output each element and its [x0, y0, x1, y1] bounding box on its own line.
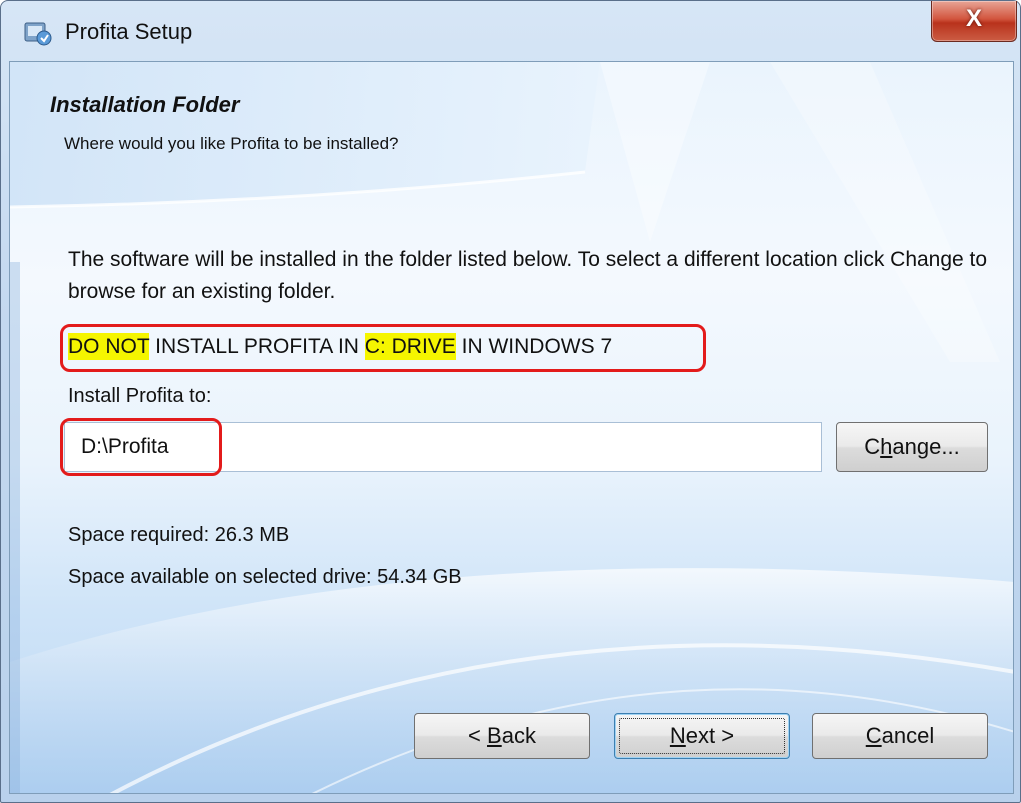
space-available: Space available on selected drive: 54.34… [68, 566, 462, 588]
change-label-post: ange... [892, 434, 960, 459]
installer-icon [24, 22, 52, 46]
change-label-pre: C [864, 434, 881, 459]
back-button[interactable]: < Back [414, 713, 590, 759]
intro-text: The software will be installed in the fo… [68, 248, 988, 303]
page-subtitle: Where would you like Profita to be insta… [64, 134, 399, 153]
warning-text: DO NOT INSTALL PROFITA IN C: DRIVE IN WI… [68, 333, 613, 360]
title-bar[interactable]: Profita Setup X [1, 1, 1020, 63]
setup-window: Profita Setup X Installation Folder Wher… [0, 0, 1021, 803]
space-required: Space required: 26.3 MB [68, 524, 290, 546]
focus-rectangle [619, 718, 785, 754]
path-annotation-box [60, 418, 222, 476]
close-icon: X [965, 5, 982, 32]
back-hotkey: B [487, 723, 502, 748]
page-title: Installation Folder [50, 92, 240, 117]
window-title: Profita Setup [65, 19, 193, 44]
cancel-label-post: ancel [881, 723, 935, 748]
back-label-pre: < [468, 723, 488, 748]
warning-highlight-c-drive: C: DRIVE [364, 333, 456, 360]
warning-middle: INSTALL PROFITA IN [149, 335, 365, 358]
cancel-hotkey: C [865, 723, 882, 748]
next-button[interactable]: Next > [614, 713, 790, 759]
install-label: Install Profita to: [68, 385, 212, 407]
warning-highlight-do-not: DO NOT [68, 333, 150, 360]
back-label-post: ack [501, 723, 536, 748]
warning-end: IN WINDOWS 7 [455, 335, 613, 358]
cancel-button[interactable]: Cancel [812, 713, 988, 759]
change-button[interactable]: Change... [836, 422, 988, 472]
wizard-panel: Installation Folder Where would you like… [9, 61, 1014, 794]
close-button[interactable]: X [931, 1, 1017, 42]
change-hotkey: h [880, 434, 893, 459]
